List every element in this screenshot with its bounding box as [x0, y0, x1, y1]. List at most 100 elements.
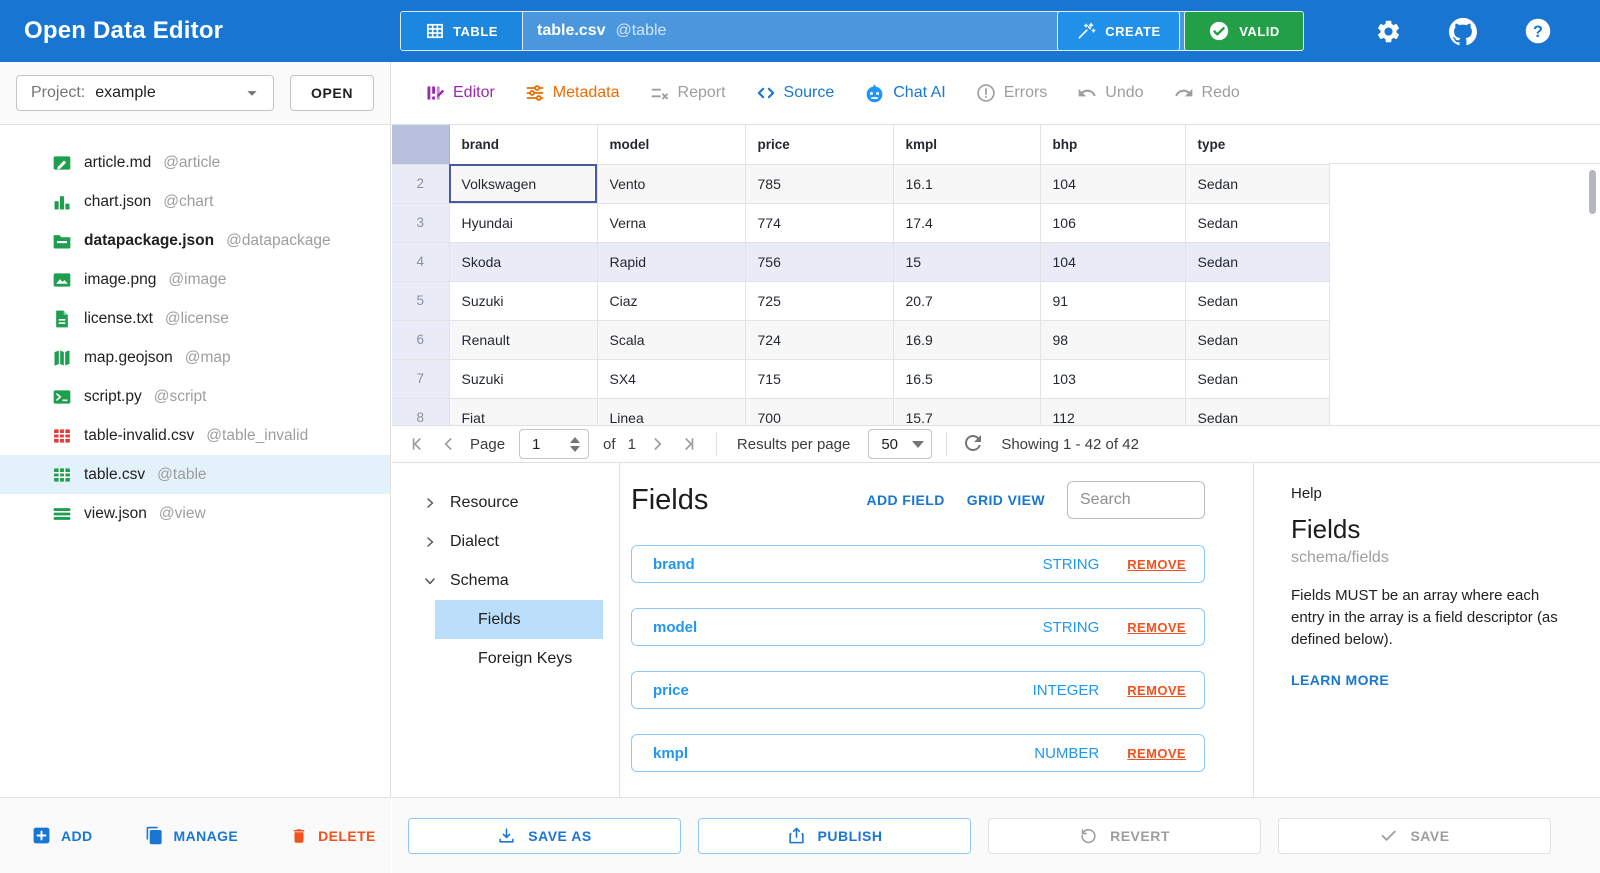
- file-item-table[interactable]: table.csv @table: [0, 455, 390, 494]
- project-select[interactable]: Project: example: [16, 75, 274, 111]
- page-spinner[interactable]: [570, 437, 588, 452]
- file-item-view[interactable]: view.json @view: [0, 494, 390, 533]
- table-cell[interactable]: 17.4: [893, 203, 1040, 242]
- grid-corner-cell[interactable]: [392, 125, 449, 164]
- table-cell[interactable]: Verna: [597, 203, 745, 242]
- file-item-chart[interactable]: chart.json @chart: [0, 182, 390, 221]
- table-cell[interactable]: Linea: [597, 398, 745, 425]
- valid-status-button[interactable]: VALID: [1184, 11, 1304, 51]
- table-cell[interactable]: 104: [1040, 242, 1185, 281]
- table-cell[interactable]: 20.7: [893, 281, 1040, 320]
- column-header[interactable]: model: [597, 125, 745, 164]
- file-item-script[interactable]: script.py @script: [0, 377, 390, 416]
- learn-more-link[interactable]: LEARN MORE: [1291, 672, 1389, 688]
- table-cell[interactable]: 774: [745, 203, 893, 242]
- add-field-button[interactable]: ADD FIELD: [866, 492, 944, 508]
- tab-redo[interactable]: Redo: [1174, 83, 1240, 103]
- tab-editor[interactable]: Editor: [425, 83, 495, 103]
- revert-button[interactable]: REVERT: [988, 818, 1261, 854]
- tree-item-fields[interactable]: Fields: [435, 600, 603, 639]
- table-cell[interactable]: Vento: [597, 164, 745, 203]
- field-remove-button[interactable]: REMOVE: [1127, 620, 1186, 635]
- help-icon[interactable]: ?: [1524, 17, 1552, 45]
- table-cell[interactable]: 785: [745, 164, 893, 203]
- table-cell[interactable]: 724: [745, 320, 893, 359]
- save-as-button[interactable]: SAVE AS: [408, 818, 681, 854]
- field-card[interactable]: price INTEGER REMOVE: [631, 671, 1205, 709]
- table-cell[interactable]: 15.7: [893, 398, 1040, 425]
- table-cell[interactable]: Sedan: [1185, 320, 1329, 359]
- tab-undo[interactable]: Undo: [1077, 83, 1143, 103]
- table-cell[interactable]: Sedan: [1185, 242, 1329, 281]
- column-header[interactable]: price: [745, 125, 893, 164]
- table-cell[interactable]: 700: [745, 398, 893, 425]
- last-page-icon[interactable]: [672, 429, 702, 459]
- column-header[interactable]: bhp: [1040, 125, 1185, 164]
- table-cell[interactable]: 112: [1040, 398, 1185, 425]
- vertical-scrollbar-thumb[interactable]: [1589, 170, 1596, 214]
- file-item-map[interactable]: map.geojson @map: [0, 338, 390, 377]
- next-page-icon[interactable]: [642, 429, 672, 459]
- table-cell[interactable]: Sedan: [1185, 203, 1329, 242]
- manage-files-button[interactable]: MANAGE: [145, 826, 239, 845]
- table-cell[interactable]: 106: [1040, 203, 1185, 242]
- column-header[interactable]: brand: [449, 125, 597, 164]
- file-item-table-invalid[interactable]: table-invalid.csv @table_invalid: [0, 416, 390, 455]
- table-cell[interactable]: Suzuki: [449, 359, 597, 398]
- table-cell[interactable]: 725: [745, 281, 893, 320]
- table-cell[interactable]: 103: [1040, 359, 1185, 398]
- field-search-input[interactable]: [1067, 481, 1205, 519]
- table-cell[interactable]: Scala: [597, 320, 745, 359]
- column-header[interactable]: kmpl: [893, 125, 1040, 164]
- file-item-image[interactable]: image.png @image: [0, 260, 390, 299]
- tab-errors[interactable]: Errors: [976, 83, 1048, 103]
- field-card[interactable]: kmpl NUMBER REMOVE: [631, 734, 1205, 772]
- open-project-button[interactable]: OPEN: [290, 75, 374, 111]
- save-button[interactable]: SAVE: [1278, 818, 1551, 854]
- tree-item-dialect[interactable]: Dialect: [392, 522, 619, 561]
- table-view-button[interactable]: TABLE: [401, 12, 523, 50]
- publish-button[interactable]: PUBLISH: [698, 818, 971, 854]
- field-card[interactable]: brand STRING REMOVE: [631, 545, 1205, 583]
- table-cell[interactable]: Fiat: [449, 398, 597, 425]
- tab-report[interactable]: Report: [650, 83, 726, 103]
- column-header[interactable]: type: [1185, 125, 1329, 164]
- refresh-icon[interactable]: [961, 431, 987, 457]
- tree-item-foreign-keys[interactable]: Foreign Keys: [435, 639, 603, 678]
- tree-item-schema[interactable]: Schema: [392, 561, 619, 600]
- table-cell[interactable]: 16.5: [893, 359, 1040, 398]
- table-cell[interactable]: Hyundai: [449, 203, 597, 242]
- create-button[interactable]: CREATE: [1057, 11, 1180, 51]
- table-cell[interactable]: Renault: [449, 320, 597, 359]
- table-cell[interactable]: 104: [1040, 164, 1185, 203]
- tab-chat-ai[interactable]: Chat AI: [864, 83, 945, 104]
- table-cell[interactable]: Ciaz: [597, 281, 745, 320]
- grid-view-button[interactable]: GRID VIEW: [967, 492, 1045, 508]
- add-file-button[interactable]: ADD: [32, 826, 93, 845]
- spinner-down-icon[interactable]: [570, 446, 580, 452]
- delete-file-button[interactable]: DELETE: [290, 827, 376, 845]
- page-number-input[interactable]: 1: [519, 429, 589, 459]
- table-cell[interactable]: Sedan: [1185, 164, 1329, 203]
- tab-metadata[interactable]: Metadata: [525, 83, 620, 103]
- table-cell[interactable]: Sedan: [1185, 359, 1329, 398]
- table-cell[interactable]: 16.1: [893, 164, 1040, 203]
- table-cell[interactable]: 98: [1040, 320, 1185, 359]
- table-cell[interactable]: Volkswagen: [449, 164, 597, 203]
- spinner-up-icon[interactable]: [570, 437, 580, 443]
- prev-page-icon[interactable]: [434, 429, 464, 459]
- table-cell[interactable]: Sedan: [1185, 398, 1329, 425]
- table-cell[interactable]: SX4: [597, 359, 745, 398]
- settings-gear-icon[interactable]: [1374, 17, 1402, 45]
- tree-item-resource[interactable]: Resource: [392, 483, 619, 522]
- table-cell[interactable]: 16.9: [893, 320, 1040, 359]
- table-cell[interactable]: Sedan: [1185, 281, 1329, 320]
- field-remove-button[interactable]: REMOVE: [1127, 683, 1186, 698]
- github-icon[interactable]: [1449, 17, 1477, 45]
- field-card[interactable]: model STRING REMOVE: [631, 608, 1205, 646]
- field-remove-button[interactable]: REMOVE: [1127, 557, 1186, 572]
- table-cell[interactable]: 756: [745, 242, 893, 281]
- file-item-license[interactable]: license.txt @license: [0, 299, 390, 338]
- table-cell[interactable]: Rapid: [597, 242, 745, 281]
- table-cell[interactable]: 91: [1040, 281, 1185, 320]
